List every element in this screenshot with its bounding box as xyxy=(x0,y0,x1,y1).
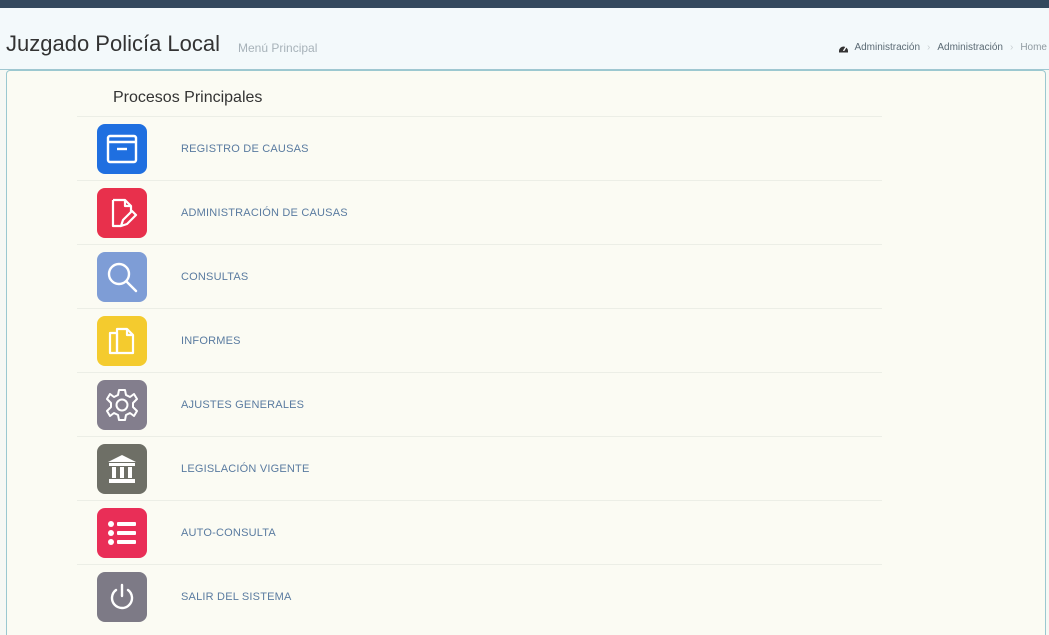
menu-item-ajustes-generales[interactable]: AJUSTES GENERALES xyxy=(77,372,882,436)
breadcrumb-item-home[interactable]: Home xyxy=(1020,42,1047,54)
menu-label: SALIR DEL SISTEMA xyxy=(181,591,292,603)
menu-label: CONSULTAS xyxy=(181,271,249,283)
breadcrumb-separator: › xyxy=(927,42,931,53)
menu-label: LEGISLACIÓN VIGENTE xyxy=(181,463,310,475)
breadcrumb-item-administracion[interactable]: Administración xyxy=(854,42,920,54)
menu-label: ADMINISTRACIÓN DE CAUSAS xyxy=(181,207,348,219)
power-icon xyxy=(97,572,147,622)
breadcrumb: Administración › Administración › Home xyxy=(838,42,1047,54)
menu-item-consultas[interactable]: CONSULTAS xyxy=(77,244,882,308)
page-subtitle: Menú Principal xyxy=(238,41,318,55)
archive-box-icon xyxy=(97,124,147,174)
menu-label: REGISTRO DE CAUSAS xyxy=(181,143,309,155)
main-panel: Procesos Principales REGISTRO DE CAUSAS … xyxy=(6,70,1046,635)
menu-item-auto-consulta[interactable]: AUTO-CONSULTA xyxy=(77,500,882,564)
dashboard-icon xyxy=(838,43,849,53)
edit-document-icon xyxy=(97,188,147,238)
breadcrumb-separator: › xyxy=(1009,42,1014,53)
menu-label: INFORMES xyxy=(181,335,241,347)
menu-item-administracion-causas[interactable]: ADMINISTRACIÓN DE CAUSAS xyxy=(77,180,882,244)
menu-item-salir-sistema[interactable]: SALIR DEL SISTEMA xyxy=(77,564,882,628)
section-title: Procesos Principales xyxy=(113,89,263,106)
breadcrumb-item-administracion-2[interactable]: Administración xyxy=(937,42,1003,54)
courthouse-icon xyxy=(97,444,147,494)
gear-icon xyxy=(97,380,147,430)
page-title: Juzgado Policía Local xyxy=(6,31,221,56)
documents-icon xyxy=(97,316,147,366)
list-icon xyxy=(97,508,147,558)
menu-label: AUTO-CONSULTA xyxy=(181,527,276,539)
page-header: Juzgado Policía Local Menú Principal Adm… xyxy=(0,8,1049,70)
menu-item-registro-causas[interactable]: REGISTRO DE CAUSAS xyxy=(77,116,882,180)
menu-item-informes[interactable]: INFORMES xyxy=(77,308,882,372)
menu-label: AJUSTES GENERALES xyxy=(181,399,305,411)
search-icon xyxy=(97,252,147,302)
menu-item-legislacion-vigente[interactable]: LEGISLACIÓN VIGENTE xyxy=(77,436,882,500)
top-bar xyxy=(0,0,1049,8)
